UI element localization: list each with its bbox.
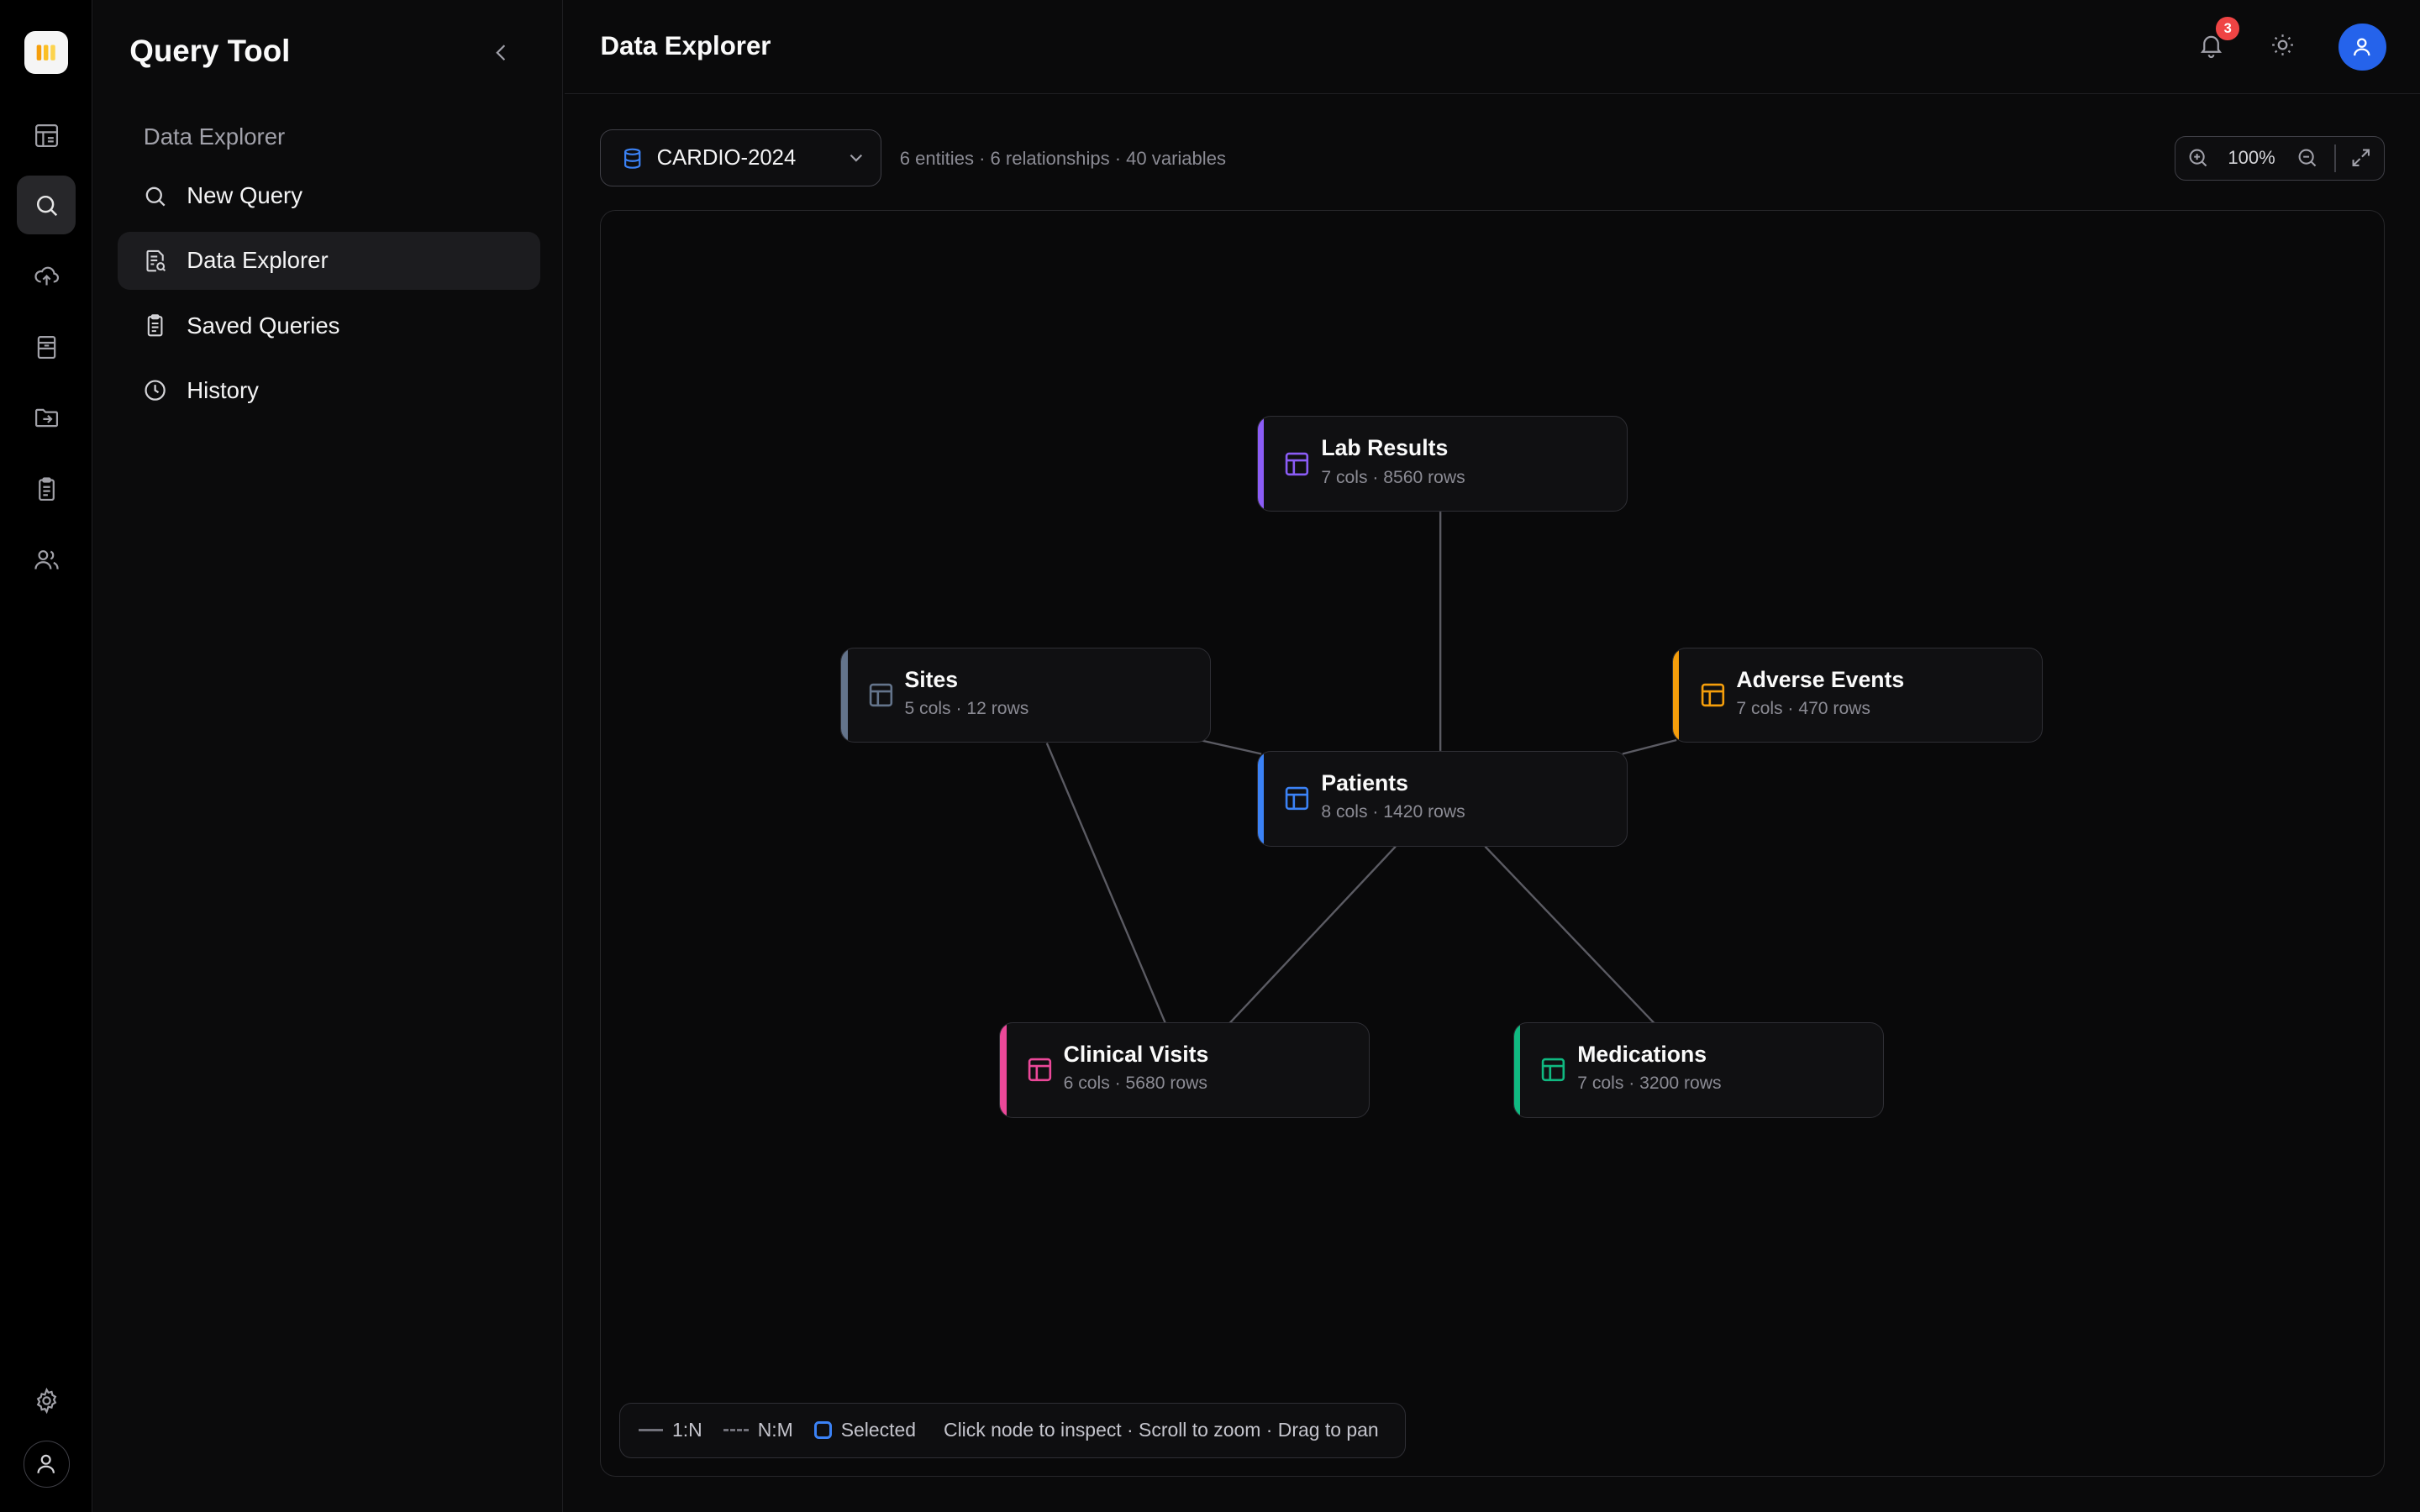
collapse-sidebar-chevron-left-icon[interactable] [489,40,517,68]
users-icon[interactable] [17,531,76,590]
table-icon [1698,680,1728,710]
legend-hint-text: Click node to inspect · Scroll to zoom ·… [944,1419,1379,1441]
edge-adverse-patients [1623,738,1677,755]
legend-label: Selected [840,1419,916,1441]
entity-name: Clinical Visits [1063,1041,1209,1067]
entity-meta: 5 cols · 12 rows [904,699,1029,719]
database-icon [623,148,640,169]
selected-ring-swatch [814,1421,832,1439]
user-avatar[interactable] [2338,23,2386,71]
clock-icon [145,380,166,401]
sidebar-item-data-explorer[interactable]: Data Explorer [117,231,540,291]
chevron-down-icon [850,155,862,163]
app-logo[interactable] [24,30,68,75]
entity-node-adverse-events[interactable]: Adverse Events 7 cols · 470 rows [1672,647,2043,743]
sidebar-item-label: Data Explorer [187,247,329,274]
edge-sites-patients [1199,738,1262,755]
folder-import-icon[interactable] [17,389,76,448]
notification-count-badge: 3 [2216,17,2240,40]
legend-one-to-many: 1:N [638,1419,702,1441]
zoom-level: 100% [2228,147,2275,169]
entity-meta: 7 cols · 470 rows [1736,699,1870,719]
settings-gear-icon[interactable] [17,1372,76,1431]
sidebar: Query Tool Data Explorer New Query Data … [94,0,564,1512]
upload-icon[interactable] [17,247,76,306]
table-icon [1539,1055,1568,1084]
archive-icon[interactable] [17,318,76,376]
entity-name: Medications [1577,1041,1707,1067]
edge-sites-visits [1046,742,1167,1025]
entity-name: Lab Results [1321,435,1449,461]
legend-many-to-many: N:M [723,1419,793,1441]
sidebar-item-new-query[interactable]: New Query [118,166,540,225]
dashboard-icon[interactable] [17,107,76,165]
fit-expand-icon[interactable] [2349,146,2374,171]
dataset-select-value: CARDIO-2024 [656,145,797,170]
entity-color-stripe [841,648,848,743]
search-icon [145,186,166,207]
table-icon [1025,1055,1055,1084]
entity-meta: 7 cols · 3200 rows [1577,1074,1722,1094]
entity-color-stripe [1258,417,1265,511]
sidebar-item-label: New Query [187,182,302,209]
zoom-in-icon[interactable] [2186,146,2211,171]
table-icon [1282,784,1312,813]
table-icon [1282,449,1312,479]
solid-line-swatch [638,1428,663,1432]
zoom-divider [2334,144,2336,172]
entity-name: Sites [904,666,959,692]
clipboard-icon[interactable] [17,459,76,518]
legend-label: N:M [757,1419,793,1441]
clipboard-icon [147,314,163,337]
graph-canvas[interactable]: Lab Results 7 cols · 8560 rows Sites 5 c… [600,209,2385,1477]
entity-color-stripe [1000,1022,1007,1117]
entity-node-clinical-visits[interactable]: Clinical Visits 6 cols · 5680 rows [999,1021,1370,1118]
entity-name: Adverse Events [1736,666,1905,692]
entity-node-lab-results[interactable]: Lab Results 7 cols · 8560 rows [1257,416,1628,512]
sidebar-item-label: Saved Queries [187,312,340,339]
theme-sun-icon[interactable] [2269,31,2300,62]
profile-icon[interactable] [23,1441,70,1488]
entity-node-patients[interactable]: Patients 8 cols · 1420 rows [1257,750,1628,847]
zoom-controls: 100% [2174,135,2385,181]
sidebar-item-label: History [187,376,259,403]
legend-label: 1:N [671,1419,702,1441]
search-icon[interactable] [17,176,76,235]
entity-meta: 7 cols · 8560 rows [1321,467,1465,487]
entity-color-stripe [1258,751,1265,846]
dashed-line-swatch [723,1429,749,1431]
entity-node-sites[interactable]: Sites 5 cols · 12 rows [840,647,1211,743]
sidebar-section-label: Data Explorer [143,123,286,150]
sidebar-item-history[interactable]: History [118,361,540,420]
dataset-select[interactable]: CARDIO-2024 [600,129,881,187]
edge-patients-meds [1485,845,1656,1025]
graph-legend: 1:N N:M Selected Click node to inspect ·… [618,1402,1407,1458]
icon-rail [0,0,93,1512]
page-title: Data Explorer [600,30,771,60]
entity-meta: 8 cols · 1420 rows [1321,802,1465,822]
edge-patients-visits [1228,845,1397,1025]
entity-node-medications[interactable]: Medications 7 cols · 3200 rows [1512,1021,1884,1118]
entity-meta: 6 cols · 5680 rows [1063,1074,1207,1094]
entity-color-stripe [1513,1022,1521,1117]
app-title: Query Tool [129,34,291,69]
dataset-stats: 6 entities · 6 relationships · 40 variab… [899,148,1226,170]
data-explorer-icon [146,249,166,272]
top-header: Data Explorer 3 [565,0,2420,95]
zoom-out-icon[interactable] [2296,146,2320,171]
legend-selected: Selected [814,1419,916,1441]
entity-color-stripe [1673,648,1680,743]
sidebar-item-saved-queries[interactable]: Saved Queries [118,297,540,355]
entity-name: Patients [1321,769,1408,795]
table-icon [866,680,896,710]
legend-hint: Click node to inspect · Scroll to zoom ·… [944,1419,1379,1441]
